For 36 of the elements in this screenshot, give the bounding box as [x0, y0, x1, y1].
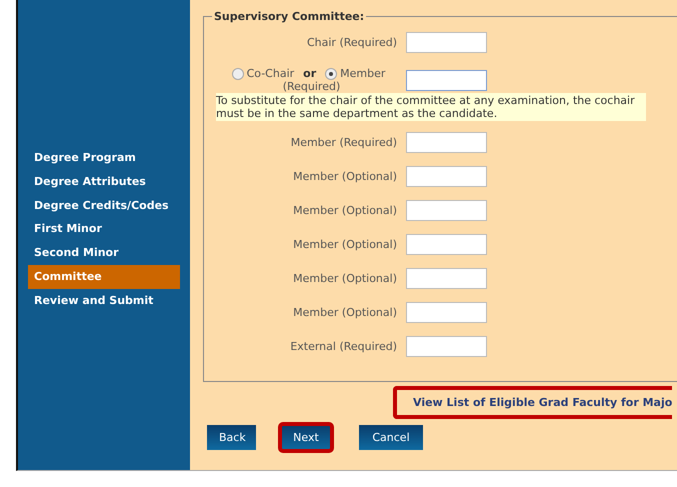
input-field[interactable] — [406, 268, 487, 288]
faculty-list-link[interactable]: View List of Eligible Grad Faculty for Majo — [393, 386, 672, 419]
field-label: Member (Optional) — [292, 272, 398, 284]
input-field[interactable] — [406, 200, 487, 220]
field-label: Member (Required) — [290, 136, 398, 148]
sidebar-item[interactable]: Degree Attributes — [28, 170, 180, 194]
field-label: Chair (Required) — [306, 36, 398, 48]
field-label: (Required) — [282, 80, 340, 93]
sidebar-item[interactable]: Degree Program — [28, 146, 180, 170]
field-label: External (Required) — [289, 340, 398, 352]
input-field[interactable] — [406, 32, 487, 52]
note-text: To substitute for the chair of the committee at any examination, the cochair must be in the same department as the candidate. — [216, 93, 646, 121]
nav-button[interactable]: Next — [281, 425, 331, 450]
input-field[interactable] — [406, 234, 487, 254]
sidebar-item[interactable]: Committee — [28, 264, 180, 289]
input-field[interactable] — [406, 302, 487, 322]
input-field[interactable] — [406, 132, 487, 152]
sidebar-item[interactable]: Degree Credits/Codes — [28, 194, 180, 218]
field-label: Member (Optional) — [292, 238, 398, 250]
input-field[interactable] — [406, 336, 487, 356]
field-label: Member (Optional) — [292, 170, 398, 182]
field-label: Member (Optional) — [292, 204, 398, 216]
or-text: or — [303, 67, 316, 80]
radio-label: Co-Chair — [246, 67, 294, 80]
input-field[interactable] — [406, 70, 487, 90]
field-label: Member (Optional) — [292, 306, 398, 318]
sidebar-item[interactable]: Second Minor — [28, 241, 180, 265]
radio-button[interactable] — [232, 68, 244, 80]
sidebar-item[interactable]: Review and Submit — [28, 288, 180, 313]
sidebar-item[interactable]: First Minor — [28, 217, 180, 242]
radio-label: Member — [340, 67, 386, 80]
fieldset-legend: Supervisory Committee: — [212, 10, 366, 23]
nav-button[interactable]: Cancel — [359, 425, 423, 450]
radio-button[interactable] — [325, 68, 338, 80]
input-field[interactable] — [406, 166, 487, 186]
nav-button[interactable]: Back — [207, 425, 256, 450]
